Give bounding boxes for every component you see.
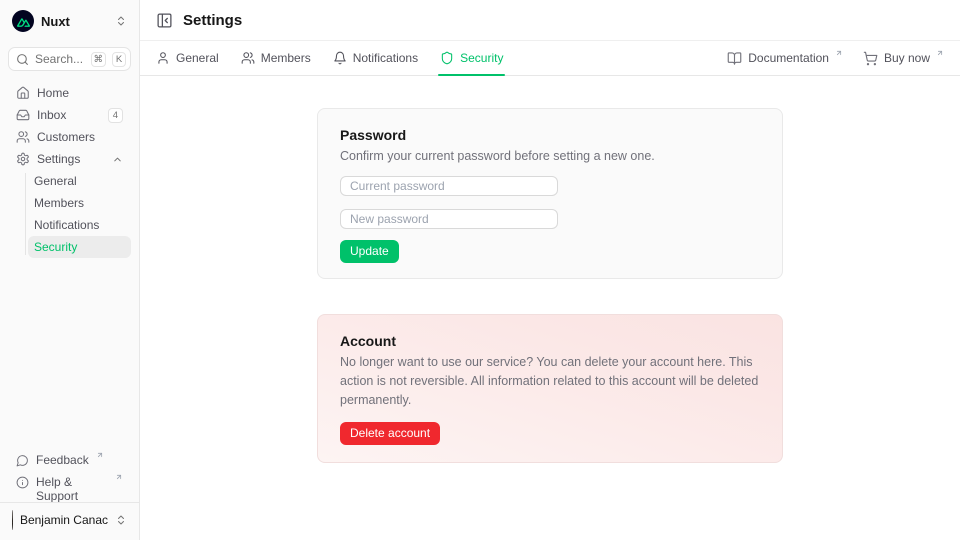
collapse-sidebar-icon[interactable] [156,12,173,29]
footer-link-label: Feedback [36,453,89,467]
sidebar-item-customers[interactable]: Customers [8,126,131,148]
subitem-label: General [34,174,77,188]
account-card-title: Account [340,333,760,349]
team-name: Nuxt [41,14,108,29]
subitem-label: Notifications [34,218,99,232]
info-circle-icon [16,476,29,489]
page-header: Settings [140,0,960,41]
sidebar-subitem-general[interactable]: General [28,170,131,192]
sidebar-nav: Home Inbox 4 Customers Settings General … [8,82,131,258]
search-input[interactable]: Search... ⌘ K [8,47,131,71]
tab-label: Security [460,51,503,65]
external-link-icon [835,49,843,57]
inbox-icon [16,108,30,122]
users-icon [16,130,30,144]
password-card: Password Confirm your current password b… [317,108,783,279]
search-placeholder: Search... [35,52,85,66]
chevron-up-icon [112,154,123,165]
password-card-title: Password [340,127,760,143]
subitem-label: Members [34,196,84,210]
external-link-icon [115,473,123,481]
password-card-description: Confirm your current password before set… [340,147,760,166]
help-support-link[interactable]: Help & Support [8,473,131,495]
tab-label: Members [261,51,311,65]
new-password-field[interactable] [340,209,558,229]
feedback-link[interactable]: Feedback [8,451,131,473]
buy-now-link[interactable]: Buy now [863,51,944,66]
chevrons-up-down-icon [115,514,127,526]
bell-icon [333,51,347,65]
sidebar-item-settings[interactable]: Settings [8,148,131,170]
shield-icon [440,51,454,65]
book-open-icon [727,51,742,66]
chevrons-up-down-icon [115,15,127,27]
sidebar-subitem-notifications[interactable]: Notifications [28,214,131,236]
current-password-field[interactable] [340,176,558,196]
tab-bar: General Members Notifications Security D… [140,41,960,76]
account-card: Account No longer want to use our servic… [317,314,783,463]
users-icon [241,51,255,65]
tabs: General Members Notifications Security [156,41,503,75]
avatar [12,510,13,530]
sidebar-spacer [8,258,131,451]
settings-security-panel: Password Confirm your current password b… [140,76,960,540]
tab-members[interactable]: Members [241,41,311,75]
update-password-button[interactable]: Update [340,240,399,263]
sidebar-item-inbox[interactable]: Inbox 4 [8,104,131,126]
top-link-label: Buy now [884,51,930,65]
sidebar-item-label: Customers [37,130,123,144]
sidebar: Nuxt Search... ⌘ K Home Inbox 4 Customer… [0,0,140,540]
inbox-count-badge: 4 [108,108,123,123]
sidebar-subitem-members[interactable]: Members [28,192,131,214]
tab-security[interactable]: Security [440,41,503,75]
account-card-description: No longer want to use our service? You c… [340,353,760,410]
documentation-link[interactable]: Documentation [727,51,843,66]
sidebar-item-label: Inbox [37,108,101,122]
external-link-icon [936,49,944,57]
nuxt-logo-icon [12,10,34,32]
footer-link-label: Help & Support [36,475,108,503]
sidebar-subitem-security[interactable]: Security [28,236,131,258]
search-icon [16,53,29,66]
main-area: Settings General Members Notifications S… [140,0,960,540]
chat-bubble-icon [16,454,29,467]
subitem-label: Security [34,240,77,254]
kbd-meta: ⌘ [91,52,107,67]
user-menu[interactable]: Benjamin Canac [8,503,131,532]
delete-account-button[interactable]: Delete account [340,422,440,445]
tab-label: Notifications [353,51,418,65]
top-links: Documentation Buy now [727,51,944,66]
settings-subnav: General Members Notifications Security [25,170,131,258]
sidebar-item-label: Home [37,86,123,100]
team-switcher[interactable]: Nuxt [8,8,131,34]
kbd-k: K [112,52,126,67]
gear-icon [16,152,30,166]
cart-icon [863,51,878,66]
external-link-icon [96,451,104,459]
sidebar-item-home[interactable]: Home [8,82,131,104]
tab-label: General [176,51,219,65]
tab-general[interactable]: General [156,41,219,75]
home-icon [16,86,30,100]
tab-notifications[interactable]: Notifications [333,41,418,75]
sidebar-item-label: Settings [37,152,105,166]
user-name: Benjamin Canac [20,513,108,527]
user-icon [156,51,170,65]
page-title: Settings [183,12,242,29]
top-link-label: Documentation [748,51,829,65]
